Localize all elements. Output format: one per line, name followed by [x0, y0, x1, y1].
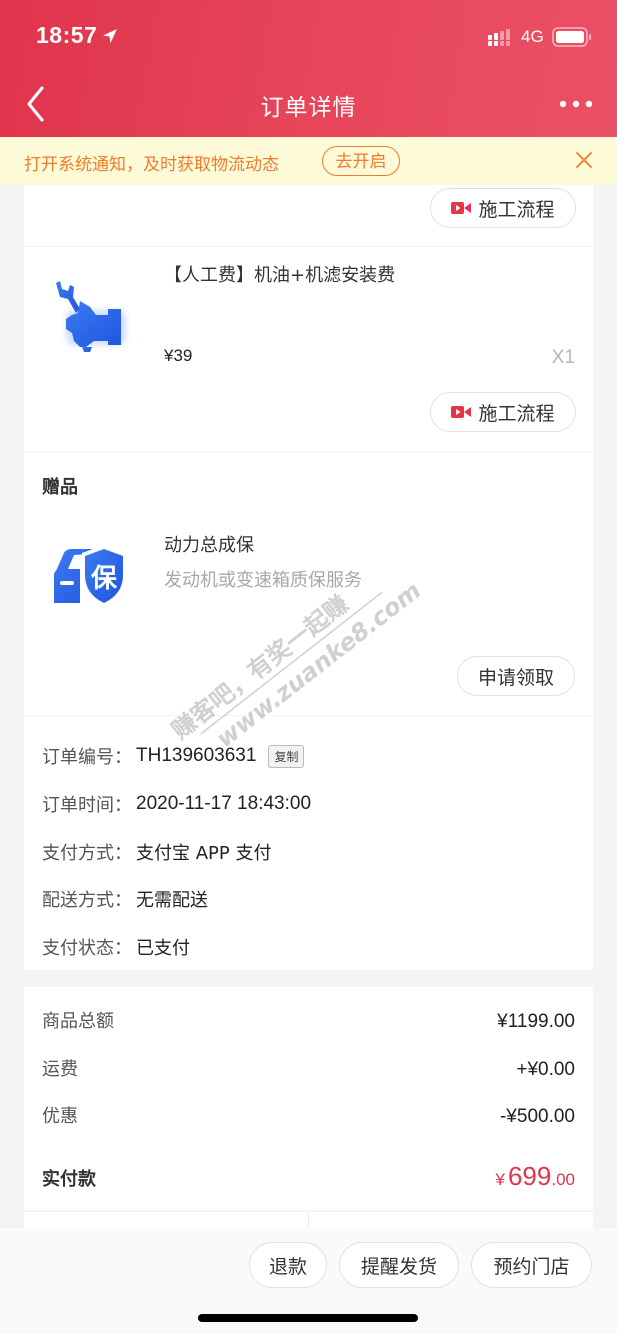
claim-gift-button[interactable]: 申请领取 [457, 656, 575, 696]
book-store-label: 预约门店 [493, 1255, 570, 1278]
more-options-button[interactable] [559, 98, 593, 110]
product-card[interactable]: 【人工费】机油+机滤安装费 ¥39 X1 施工流程 [24, 247, 593, 452]
total-value: ¥699.00 [496, 1161, 576, 1192]
home-indicator[interactable] [198, 1314, 418, 1322]
copy-order-number-button[interactable]: 复制 [268, 744, 305, 768]
book-store-button[interactable]: 预约门店 [471, 1242, 592, 1288]
product-quantity: X1 [551, 347, 575, 368]
order-number-row: 订单编号： TH139603631 复制 [42, 743, 305, 769]
location-arrow-icon [103, 29, 117, 43]
page-title: 订单详情 [260, 95, 357, 121]
notification-banner: 打开系统通知，及时获取物流动态 去开启 [0, 137, 617, 185]
delivery-method-label: 配送方式： [42, 890, 132, 911]
payment-status-label: 支付状态： [42, 938, 132, 959]
subtotal-row: 商品总额 ¥1199.00 [42, 1007, 575, 1033]
wrench-hand-icon [56, 281, 126, 352]
product-title: 【人工费】机油+机滤安装费 [164, 265, 396, 286]
order-time-label: 订单时间： [42, 795, 132, 816]
remind-shipping-button[interactable]: 提醒发货 [339, 1242, 459, 1288]
contact-card-partial [24, 1212, 593, 1228]
process-button-label: 施工流程 [478, 198, 555, 221]
shipping-value: +¥0.00 [516, 1059, 575, 1080]
total-currency: ¥ [495, 1170, 505, 1189]
gift-heading: 赠品 [42, 477, 78, 498]
payment-method-label: 支付方式： [42, 843, 132, 864]
refund-button[interactable]: 退款 [249, 1242, 327, 1288]
product-price: ¥39 [164, 346, 193, 365]
refund-button-label: 退款 [268, 1255, 307, 1278]
nav-bar: 订单详情 [0, 70, 617, 137]
delivery-method-value: 无需配送 [136, 890, 208, 911]
remind-shipping-label: 提醒发货 [360, 1255, 437, 1278]
order-number-label: 订单编号： [42, 747, 132, 768]
payment-method-row: 支付方式： 支付宝 APP 支付 [42, 839, 271, 865]
payment-status-row: 支付状态： 已支付 [42, 934, 190, 960]
shield-badge-char: 保 [90, 564, 118, 594]
process-video-button[interactable]: 施工流程 [430, 188, 576, 228]
notification-text: 打开系统通知，及时获取物流动态 [24, 155, 279, 175]
divider [308, 1212, 309, 1228]
order-number-value: TH139603631 [136, 745, 257, 766]
battery-icon [552, 27, 591, 47]
shipping-label: 运费 [42, 1059, 78, 1080]
total-decimal: .00 [551, 1170, 575, 1189]
video-camera-icon [451, 406, 472, 418]
total-row: 实付款 ¥699.00 [42, 1161, 575, 1192]
network-type: 4G [521, 27, 544, 46]
payment-status-value: 已支付 [136, 938, 190, 959]
discount-row: 优惠 -¥500.00 [42, 1102, 575, 1128]
close-icon[interactable] [575, 151, 593, 169]
enable-notifications-button[interactable]: 去开启 [322, 146, 400, 176]
order-info-card: 订单编号： TH139603631 复制 订单时间： 2020-11-17 18… [24, 716, 593, 970]
video-camera-icon [451, 202, 472, 214]
gift-card: 赠品 保 动力总成保 发动机或变速箱质保服务 申请领取 [24, 453, 593, 715]
order-time-value: 2020-11-17 18:43:00 [136, 793, 312, 814]
status-bar: 18:57 4G [0, 0, 617, 70]
subtotal-value: ¥1199.00 [497, 1011, 575, 1032]
total-label: 实付款 [42, 1169, 96, 1190]
discount-value: -¥500.00 [499, 1106, 575, 1127]
process-video-button[interactable]: 施工流程 [430, 392, 576, 432]
delivery-method-row: 配送方式： 无需配送 [42, 886, 208, 912]
status-time: 18:57 [36, 22, 98, 48]
gift-name: 动力总成保 [164, 535, 254, 556]
process-button-label: 施工流程 [478, 402, 555, 425]
app-header: 18:57 4G 订单详情 [0, 0, 617, 137]
discount-label: 优惠 [42, 1106, 78, 1127]
car-shield-icon: 保 [54, 545, 126, 607]
order-time-row: 订单时间： 2020-11-17 18:43:00 [42, 791, 311, 817]
gift-description: 发动机或变速箱质保服务 [164, 570, 362, 591]
claim-button-label: 申请领取 [477, 666, 554, 689]
shipping-row: 运费 +¥0.00 [42, 1055, 575, 1081]
previous-product-card: 施工流程 [24, 185, 593, 246]
payment-method-value: 支付宝 APP 支付 [136, 843, 272, 864]
subtotal-label: 商品总额 [42, 1011, 114, 1032]
total-integer: 699 [507, 1161, 552, 1191]
signal-icon [488, 29, 510, 46]
price-summary-card: 商品总额 ¥1199.00 运费 +¥0.00 优惠 -¥500.00 实付款 … [24, 987, 593, 1210]
